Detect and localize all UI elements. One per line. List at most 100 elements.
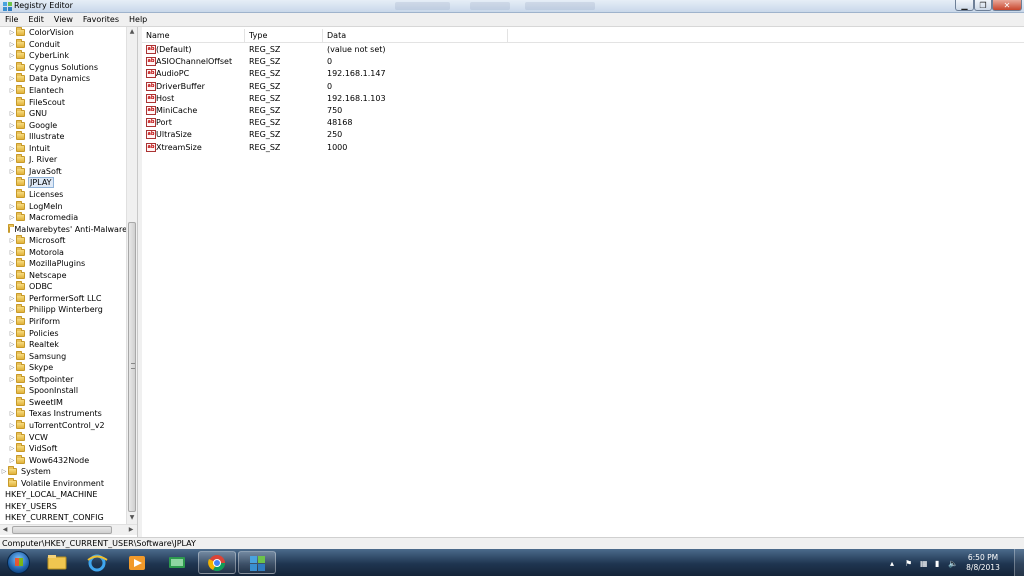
list-item[interactable]: ab AudioPC REG_SZ 192.168.1.147 [142,68,1024,80]
column-header-name[interactable]: Name [142,29,245,43]
menu-view[interactable]: View [49,13,78,27]
expand-arrow-icon[interactable]: ▷ [8,434,16,441]
expand-arrow-icon[interactable]: ▷ [8,410,16,417]
tree-key[interactable]: Licenses [0,188,128,201]
expand-arrow-icon[interactable]: ▷ [8,364,16,371]
tree-key[interactable]: SpoonInstall [0,385,128,397]
tree-key[interactable]: ▷ GNU [0,108,128,120]
tree-hscroll-thumb[interactable] [12,526,112,534]
tree-key[interactable]: ▷ Wow6432Node [0,454,128,466]
power-icon[interactable]: ▮ [935,559,939,568]
show-desktop-button[interactable] [1014,549,1024,576]
expand-arrow-icon[interactable]: ▷ [8,214,16,221]
taskbar-windows-explorer[interactable] [38,551,76,574]
scroll-right-arrow-icon[interactable]: ▶ [126,525,136,535]
tree-key[interactable]: ▷ JavaSoft [0,165,128,178]
expand-arrow-icon[interactable]: ▷ [8,110,16,117]
menu-file[interactable]: File [0,13,23,27]
expand-arrow-icon[interactable]: ▷ [8,341,16,348]
tree-key[interactable]: ▷ Realtek [0,339,128,351]
action-center-flag-icon[interactable]: ⚑ [905,559,912,568]
expand-arrow-icon[interactable]: ▷ [8,29,16,36]
tree-key[interactable]: ▷ Elantech [0,85,128,97]
expand-arrow-icon[interactable]: ▷ [8,87,16,94]
taskbar-chrome[interactable] [198,551,236,574]
list-item[interactable]: ab XtreamSize REG_SZ 1000 [142,142,1024,154]
tree-vertical-scrollbar[interactable]: ▲ ▼ [126,27,137,524]
tree-key[interactable]: ▷ Cygnus Solutions [0,61,128,74]
close-button[interactable]: ✕ [992,0,1022,11]
minimize-button[interactable]: ▁ [955,0,974,11]
tree-key[interactable]: ▷ VidSoft [0,443,128,455]
column-header-data[interactable]: Data [323,29,508,43]
tree-key[interactable]: ▷ uTorrentControl_v2 [0,419,128,432]
tree-key[interactable]: ▷ LogMeIn [0,200,128,212]
tree-key[interactable]: FileScout [0,96,128,108]
tree-key[interactable]: JPLAY [0,177,128,189]
list-item[interactable]: ab Host REG_SZ 192.168.1.103 [142,93,1024,105]
tree-horizontal-scrollbar[interactable]: ◀ ▶ [0,524,137,535]
tree-key[interactable]: ▷ Softpointer [0,373,128,386]
expand-arrow-icon[interactable]: ▷ [8,272,16,279]
tree-key[interactable]: ▷ VCW [0,431,128,443]
tree-key[interactable]: ▷ Philipp Winterberg [0,304,128,316]
taskbar-internet-explorer[interactable] [78,551,116,574]
tree-key[interactable]: ▷ MozillaPlugins [0,258,128,270]
tree-key[interactable]: Volatile Environment [0,477,128,489]
expand-arrow-icon[interactable]: ▷ [8,203,16,210]
tree-key[interactable]: ▷ Netscape [0,269,128,282]
tree-key[interactable]: ▷ Data Dynamics [0,73,128,85]
tree-key[interactable]: ▷ Conduit [0,38,128,51]
list-item[interactable]: ab DriverBuffer REG_SZ 0 [142,81,1024,93]
tree-root-key[interactable]: HKEY_USERS [0,501,128,513]
taskbar-media-player[interactable] [118,551,156,574]
menu-edit[interactable]: Edit [23,13,49,27]
tree-key[interactable]: ▷ Samsung [0,350,128,362]
tree-scroll-thumb[interactable] [128,222,136,512]
tree-key[interactable]: ▷ Intuit [0,142,128,155]
tree-key[interactable]: SweetIM [0,396,128,409]
tree-key[interactable]: ▷ Macromedia [0,212,128,224]
expand-arrow-icon[interactable]: ▷ [8,133,16,140]
expand-arrow-icon[interactable]: ▷ [8,64,16,71]
expand-arrow-icon[interactable]: ▷ [8,318,16,325]
registry-tree[interactable]: ▷ ColorVision ▷ Conduit ▷ CyberLink ▷ Cygnus So… [0,27,138,537]
tree-key[interactable]: ▷ Illustrate [0,131,128,143]
network-icon[interactable]: ▦ [920,559,928,568]
expand-arrow-icon[interactable]: ▷ [8,353,16,360]
tree-key[interactable]: ▷ PerformerSoft LLC [0,292,128,305]
expand-arrow-icon[interactable]: ▷ [8,422,16,429]
expand-arrow-icon[interactable]: ▷ [8,41,16,48]
tree-root-key[interactable]: HKEY_LOCAL_MACHINE [0,489,128,501]
show-hidden-icons-icon[interactable]: ▴ [890,559,894,568]
expand-arrow-icon[interactable]: ▷ [8,249,16,256]
expand-arrow-icon[interactable]: ▷ [8,145,16,152]
values-list[interactable]: Name Type Data ab (Default) REG_SZ (value n… [142,27,1024,537]
list-item[interactable]: ab (Default) REG_SZ (value not set) [142,44,1024,56]
menu-help[interactable]: Help [124,13,152,27]
tree-key[interactable]: ▷ Google [0,119,128,131]
expand-arrow-icon[interactable]: ▷ [8,445,16,452]
column-header-type[interactable]: Type [245,29,323,43]
expand-arrow-icon[interactable]: ▷ [8,376,16,383]
expand-arrow-icon[interactable]: ▷ [8,457,16,464]
expand-arrow-icon[interactable]: ▷ [8,75,16,82]
tree-key[interactable]: ▷ Motorola [0,246,128,258]
system-clock[interactable]: 6:50 PM 8/8/2013 [962,553,1004,573]
tree-key[interactable]: ▷ Piriform [0,316,128,328]
tree-key[interactable]: ▷ CyberLink [0,50,128,62]
volume-icon[interactable]: 🔈 [948,559,958,568]
scroll-left-arrow-icon[interactable]: ◀ [0,525,10,535]
tree-key[interactable]: ▷ Texas Instruments [0,408,128,420]
expand-arrow-icon[interactable]: ▷ [8,52,16,59]
scroll-down-arrow-icon[interactable]: ▼ [127,513,137,523]
expand-arrow-icon[interactable]: ▷ [8,295,16,302]
expand-arrow-icon[interactable]: ▷ [0,468,8,475]
tree-key[interactable]: ▷ ColorVision [0,27,128,39]
menu-favorites[interactable]: Favorites [78,13,124,27]
scroll-up-arrow-icon[interactable]: ▲ [127,27,137,37]
expand-arrow-icon[interactable]: ▷ [8,260,16,267]
expand-arrow-icon[interactable]: ▷ [8,168,16,175]
expand-arrow-icon[interactable]: ▷ [8,283,16,290]
expand-arrow-icon[interactable]: ▷ [8,237,16,244]
